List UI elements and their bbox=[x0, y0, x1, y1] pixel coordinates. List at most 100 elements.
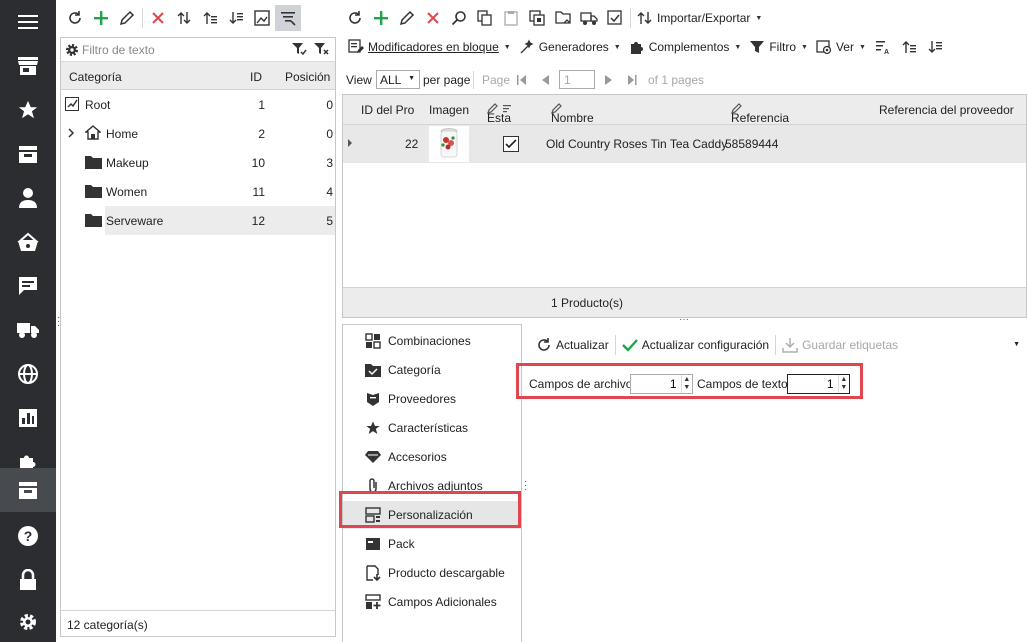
filter-clear-icon[interactable] bbox=[313, 42, 329, 56]
move-updown-icon[interactable] bbox=[171, 5, 197, 31]
menu-item-category[interactable]: Categoría bbox=[343, 356, 521, 384]
category-column-header[interactable]: Categoría bbox=[69, 70, 122, 84]
gear-icon[interactable] bbox=[0, 600, 56, 642]
paste-icon[interactable] bbox=[498, 5, 524, 31]
status-column-header[interactable]: Esta bbox=[487, 103, 512, 125]
move-to-category-icon[interactable] bbox=[550, 5, 576, 31]
refresh-icon bbox=[538, 338, 550, 351]
product-detail-menu: Combinaciones Categoría Proveedores Cara… bbox=[342, 324, 522, 642]
root-category-icon bbox=[65, 97, 79, 111]
update-config-button[interactable]: Actualizar configuración bbox=[618, 332, 773, 358]
id-column-header[interactable]: ID bbox=[250, 70, 262, 84]
chevron-right-icon[interactable] bbox=[67, 128, 75, 138]
menu-icon[interactable] bbox=[0, 0, 56, 44]
globe-icon[interactable] bbox=[0, 352, 56, 396]
view-menu[interactable]: Ver ▼ bbox=[812, 34, 870, 60]
home-icon bbox=[85, 125, 101, 140]
edit-icon[interactable] bbox=[394, 5, 420, 31]
lock-icon[interactable] bbox=[0, 558, 56, 602]
help-icon[interactable]: ? bbox=[0, 514, 56, 558]
approve-icon[interactable] bbox=[602, 5, 628, 31]
generators-menu[interactable]: Generadores ▼ bbox=[515, 34, 625, 60]
bulk-modifiers-menu[interactable]: Modificadores en bloque ▼ bbox=[344, 34, 515, 60]
table-row[interactable]: 22 Old Country Roses Tin Tea Caddy 58589… bbox=[343, 125, 1026, 163]
next-page-icon[interactable] bbox=[604, 74, 614, 86]
menu-item-additional-fields[interactable]: Campos Adicionales bbox=[343, 588, 521, 616]
tree-row[interactable]: Women 11 4 bbox=[61, 177, 335, 206]
prev-page-icon[interactable] bbox=[540, 74, 550, 86]
toolbar-overflow-icon[interactable]: ▼ bbox=[1013, 341, 1020, 348]
gear-icon[interactable] bbox=[65, 43, 79, 57]
move-up-icon[interactable] bbox=[896, 34, 922, 60]
vertical-splitter[interactable]: · · · bbox=[57, 313, 60, 331]
puzzle-icon bbox=[630, 42, 643, 54]
category-id: 10 bbox=[251, 156, 265, 170]
delete-icon[interactable] bbox=[145, 5, 171, 31]
add-icon[interactable] bbox=[88, 5, 114, 31]
menu-item-suppliers[interactable]: Proveedores bbox=[343, 385, 521, 413]
sort-az-icon[interactable]: A bbox=[870, 34, 896, 60]
edit-icon[interactable] bbox=[114, 5, 140, 31]
gem-icon bbox=[365, 450, 387, 464]
shipping-icon[interactable] bbox=[576, 5, 602, 31]
first-page-icon[interactable] bbox=[516, 74, 528, 86]
last-page-icon[interactable] bbox=[626, 74, 638, 86]
name-column-header[interactable]: Nombre bbox=[551, 103, 594, 125]
product-thumbnail[interactable] bbox=[429, 126, 469, 162]
tree-row[interactable]: Root 1 0 bbox=[61, 90, 335, 119]
search-icon[interactable] bbox=[446, 5, 472, 31]
menu-item-combinations[interactable]: Combinaciones bbox=[343, 327, 521, 355]
inbox-icon[interactable] bbox=[0, 132, 56, 176]
menu-item-features[interactable]: Características bbox=[343, 414, 521, 442]
filter-list-icon[interactable] bbox=[275, 5, 301, 31]
user-icon[interactable] bbox=[0, 176, 56, 220]
menu-item-label: Categoría bbox=[388, 363, 441, 377]
refresh-icon[interactable] bbox=[62, 5, 88, 31]
store-icon[interactable] bbox=[0, 44, 56, 88]
save-labels-button[interactable]: Guardar etiquetas bbox=[778, 332, 902, 358]
page-number-input[interactable]: 1 bbox=[559, 70, 595, 89]
page-size-value: ALL bbox=[380, 73, 402, 87]
import-export-menu[interactable]: Importar/Exportar ▼ bbox=[633, 5, 766, 31]
menu-item-label: Pack bbox=[388, 537, 415, 551]
tree-row[interactable]: Home 2 0 bbox=[61, 119, 335, 148]
catalog-icon[interactable] bbox=[0, 468, 56, 512]
truck-icon[interactable] bbox=[0, 308, 56, 352]
chart-icon[interactable] bbox=[0, 396, 56, 440]
tree-row[interactable]: Serveware 12 5 bbox=[61, 206, 335, 235]
filter-menu[interactable]: Filtro ▼ bbox=[745, 34, 812, 60]
star-icon[interactable] bbox=[0, 88, 56, 132]
addons-menu[interactable]: Complementos ▼ bbox=[625, 34, 746, 60]
add-icon[interactable] bbox=[368, 5, 394, 31]
image-edit-icon[interactable] bbox=[249, 5, 275, 31]
page-size-select[interactable]: ALL ▼ bbox=[376, 70, 420, 89]
copy-icon[interactable] bbox=[472, 5, 498, 31]
vertical-splitter[interactable]: · · · bbox=[524, 477, 527, 495]
horizontal-splitter[interactable]: ··· bbox=[679, 315, 689, 325]
basket-icon[interactable] bbox=[0, 220, 56, 264]
menu-item-pack[interactable]: Pack bbox=[343, 530, 521, 558]
reference-column-header[interactable]: Referencia bbox=[731, 103, 789, 125]
chat-icon[interactable] bbox=[0, 264, 56, 308]
duplicate-icon[interactable] bbox=[524, 5, 550, 31]
refresh-icon[interactable] bbox=[342, 5, 368, 31]
menu-item-downloadable-product[interactable]: Producto descargable bbox=[343, 559, 521, 587]
filter-apply-icon[interactable] bbox=[291, 42, 307, 56]
id-column-header[interactable]: ID del Pro bbox=[361, 103, 414, 117]
product-count: 1 Producto(s) bbox=[551, 296, 624, 310]
row-expand-icon[interactable] bbox=[347, 138, 353, 148]
move-down-icon[interactable] bbox=[223, 5, 249, 31]
active-checkbox[interactable] bbox=[503, 136, 519, 152]
menu-item-label: Campos Adicionales bbox=[388, 595, 497, 609]
position-column-header[interactable]: Posición bbox=[285, 70, 330, 84]
refresh-button[interactable]: Actualizar bbox=[532, 332, 613, 358]
image-column-header[interactable]: Imagen bbox=[429, 103, 469, 117]
delete-icon[interactable] bbox=[420, 5, 446, 31]
menu-item-accessories[interactable]: Accesorios bbox=[343, 443, 521, 471]
move-down-icon[interactable] bbox=[922, 34, 948, 60]
category-count: 12 categoría(s) bbox=[61, 610, 335, 636]
supplier-reference-column-header[interactable]: Referencia del proveedor bbox=[879, 103, 1014, 117]
tree-row[interactable]: Makeup 10 3 bbox=[61, 148, 335, 177]
move-up-icon[interactable] bbox=[197, 5, 223, 31]
category-filter-input[interactable] bbox=[82, 42, 282, 57]
